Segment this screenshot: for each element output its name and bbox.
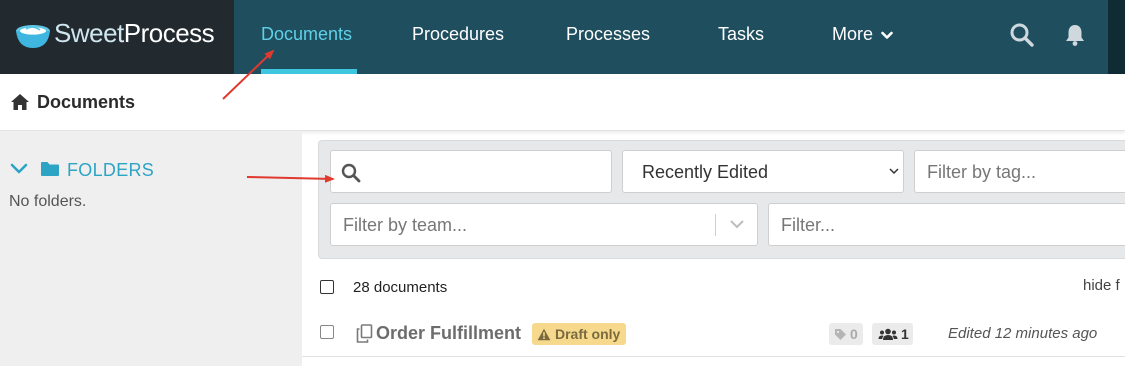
nav-procedures[interactable]: Procedures bbox=[412, 0, 504, 74]
nav-tasks[interactable]: Tasks bbox=[718, 0, 764, 74]
page-title: Documents bbox=[37, 92, 136, 112]
folder-icon bbox=[41, 162, 59, 176]
nav-processes[interactable]: Processes bbox=[566, 0, 650, 74]
sidebar: FOLDERS No folders. bbox=[0, 131, 302, 366]
sort-select[interactable]: Recently Edited bbox=[622, 150, 904, 193]
folders-label: FOLDERS bbox=[67, 160, 155, 180]
chevron-down-icon[interactable] bbox=[729, 218, 745, 230]
cup-logo-icon bbox=[16, 25, 50, 48]
sort-selected-value: Recently Edited bbox=[642, 162, 769, 182]
edited-timestamp: Edited 12 minutes ago bbox=[948, 325, 1098, 342]
bell-icon[interactable] bbox=[1062, 22, 1088, 48]
search-box[interactable] bbox=[330, 150, 612, 194]
logo[interactable]: SweetProcess bbox=[0, 0, 234, 74]
users-icon bbox=[878, 328, 898, 340]
draft-status-label: Draft only bbox=[555, 326, 621, 342]
tag-filter-input[interactable]: Filter by tag... bbox=[914, 150, 1125, 193]
tag-count-badge: 0 bbox=[829, 323, 863, 345]
chevron-down-icon bbox=[889, 168, 899, 175]
nav-more[interactable]: More bbox=[832, 0, 893, 74]
select-divider bbox=[715, 214, 716, 236]
select-all-checkbox[interactable] bbox=[320, 280, 334, 294]
team-count: 1 bbox=[901, 326, 909, 342]
brand-part-process: Process bbox=[123, 18, 215, 48]
brand-name: SweetProcess bbox=[54, 18, 215, 49]
chevron-down-icon bbox=[881, 31, 893, 39]
nav-documents[interactable]: Documents bbox=[261, 0, 352, 74]
brand-part-sweet: Sweet bbox=[54, 18, 124, 48]
warning-icon bbox=[537, 328, 551, 341]
team-filter-select[interactable]: Filter by team... bbox=[330, 203, 758, 246]
row-checkbox[interactable] bbox=[320, 325, 334, 339]
search-icon bbox=[341, 163, 361, 183]
topbar-edge bbox=[1108, 0, 1125, 74]
draft-status-badge: Draft only bbox=[532, 323, 627, 345]
hide-filters-link[interactable]: hide f bbox=[1083, 277, 1120, 294]
document-count: 28 documents bbox=[353, 279, 448, 296]
chevron-down-icon bbox=[10, 163, 28, 174]
empty-folders-text: No folders. bbox=[9, 193, 87, 210]
top-navbar: SweetProcess Documents Procedures Proces… bbox=[0, 0, 1125, 74]
home-icon[interactable] bbox=[10, 93, 30, 111]
copy-document-icon bbox=[356, 324, 373, 343]
team-count-badge: 1 bbox=[872, 323, 913, 345]
nav-more-label: More bbox=[832, 24, 874, 44]
tag-count: 0 bbox=[850, 326, 858, 342]
search-input[interactable] bbox=[367, 151, 611, 194]
document-title[interactable]: Order Fulfillment bbox=[376, 323, 521, 344]
search-icon[interactable] bbox=[1009, 22, 1035, 48]
breadcrumb: Documents bbox=[0, 74, 1125, 131]
team-filter-placeholder: Filter by team... bbox=[343, 215, 468, 235]
text-filter-placeholder: Filter... bbox=[781, 215, 836, 235]
tag-filter-placeholder: Filter by tag... bbox=[927, 162, 1037, 182]
text-filter-input[interactable]: Filter... bbox=[768, 203, 1125, 246]
tag-icon bbox=[835, 329, 846, 340]
